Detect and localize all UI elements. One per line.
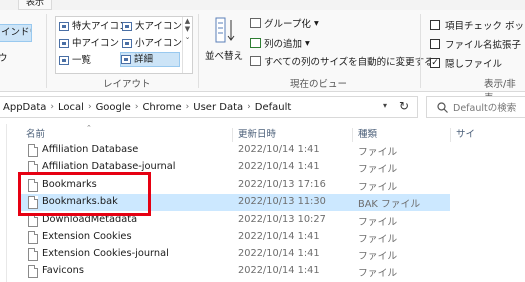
breadcrumb-local[interactable]: Local — [55, 102, 87, 113]
layout-details[interactable]: 詳細 — [120, 52, 180, 67]
fit-columns-icon — [250, 56, 261, 66]
ribbon-tab-row: 表示 — [0, 0, 525, 10]
add-column-icon — [250, 38, 261, 48]
checkbox-unchecked[interactable] — [430, 20, 440, 30]
file-icon — [28, 248, 38, 261]
breadcrumb-google[interactable]: Google — [93, 102, 134, 113]
refresh-icon[interactable]: ↻ — [399, 99, 409, 113]
layout-group-label: レイアウト — [103, 79, 151, 90]
add-column-button[interactable]: 列の追加 ▾ — [250, 36, 310, 50]
column-separator[interactable] — [232, 128, 233, 142]
address-dropdown-icon[interactable]: ▾ — [383, 101, 387, 110]
layout-extra-large-icons[interactable]: 特大アイコン — [59, 19, 129, 34]
file-icon — [28, 144, 38, 157]
list-icon — [59, 56, 69, 65]
address-bar[interactable]: AppData › Local › Google › Chrome › User… — [0, 96, 418, 118]
navigation-pane[interactable] — [0, 124, 7, 282]
navigation-pane-button[interactable]: インドウ — [0, 24, 32, 42]
ribbon-separator — [198, 14, 199, 88]
layout-list[interactable]: 一覧 — [59, 53, 91, 68]
ribbon-separator — [420, 14, 421, 88]
current-view-group-label: 現在のビュー — [290, 79, 348, 90]
search-placeholder: Defaultの検索 — [453, 103, 517, 114]
breadcrumb-user-data[interactable]: User Data — [190, 102, 246, 113]
ribbon: インドウ ウ 特大アイコン 大アイコン 中アイコン 小アイコン 一覧 詳細 ▲▼… — [0, 10, 525, 104]
file-row[interactable]: Favicons 2022/10/14 1:41 ファイル — [20, 263, 450, 280]
checkbox-checked[interactable]: ✓ — [430, 58, 440, 68]
large-icons-icon — [122, 22, 132, 31]
layout-medium-icons[interactable]: 中アイコン — [59, 36, 119, 51]
column-separator[interactable] — [352, 128, 353, 142]
dropdown-arrow-icon: ▾ — [305, 37, 310, 49]
layout-gallery: 特大アイコン 大アイコン 中アイコン 小アイコン 一覧 詳細 ▲ ▼ ⌄ — [55, 16, 193, 74]
file-row[interactable]: Extension Cookies 2022/10/14 1:41 ファイル — [20, 229, 450, 246]
layout-large-icons[interactable]: 大アイコン — [122, 19, 182, 34]
sort-button-label[interactable]: 並べ替え — [205, 48, 243, 62]
fit-columns-button[interactable]: すべての列のサイズを自動的に変更する — [250, 54, 434, 68]
details-icon — [121, 55, 131, 64]
breadcrumb-chrome[interactable]: Chrome — [139, 102, 184, 113]
search-icon — [437, 101, 448, 113]
ribbon-separator — [46, 14, 47, 88]
breadcrumb-appdata[interactable]: AppData — [0, 102, 49, 113]
sort-arrow-icon: ⌃ — [86, 124, 92, 132]
group-by-icon — [250, 18, 261, 28]
file-row[interactable]: Extension Cookies-journal 2022/10/14 1:4… — [20, 246, 450, 263]
hidden-items-toggle[interactable]: ✓ 隠しファイル — [430, 56, 502, 70]
file-icon — [28, 231, 38, 244]
medium-icons-icon — [59, 39, 69, 48]
extra-large-icons-icon — [59, 22, 69, 31]
details-pane-button[interactable]: ウ — [0, 50, 8, 64]
column-separator[interactable] — [450, 128, 451, 142]
file-icon — [28, 265, 38, 278]
file-row[interactable]: Affiliation Database 2022/10/14 1:41 ファイ… — [20, 142, 450, 159]
breadcrumb-default[interactable]: Default — [252, 102, 295, 113]
layout-small-icons[interactable]: 小アイコン — [122, 36, 182, 51]
search-box[interactable]: Defaultの検索 — [426, 96, 525, 118]
file-extensions-toggle[interactable]: ファイル名拡張子 — [430, 37, 521, 51]
dropdown-arrow-icon: ▾ — [313, 17, 319, 29]
small-icons-icon — [122, 39, 132, 48]
tab-view[interactable]: 表示 — [18, 0, 52, 10]
column-header-size[interactable]: サイ — [456, 126, 475, 144]
checkbox-unchecked[interactable] — [430, 39, 440, 49]
highlight-annotation-box — [18, 172, 151, 216]
layout-scroll[interactable]: ▲ ▼ ⌄ — [182, 17, 192, 73]
item-checkboxes-toggle[interactable]: 項目チェック ボックス — [430, 18, 525, 32]
group-by-button[interactable]: グループ化 ▾ — [250, 16, 319, 30]
sort-icon[interactable] — [215, 17, 237, 43]
